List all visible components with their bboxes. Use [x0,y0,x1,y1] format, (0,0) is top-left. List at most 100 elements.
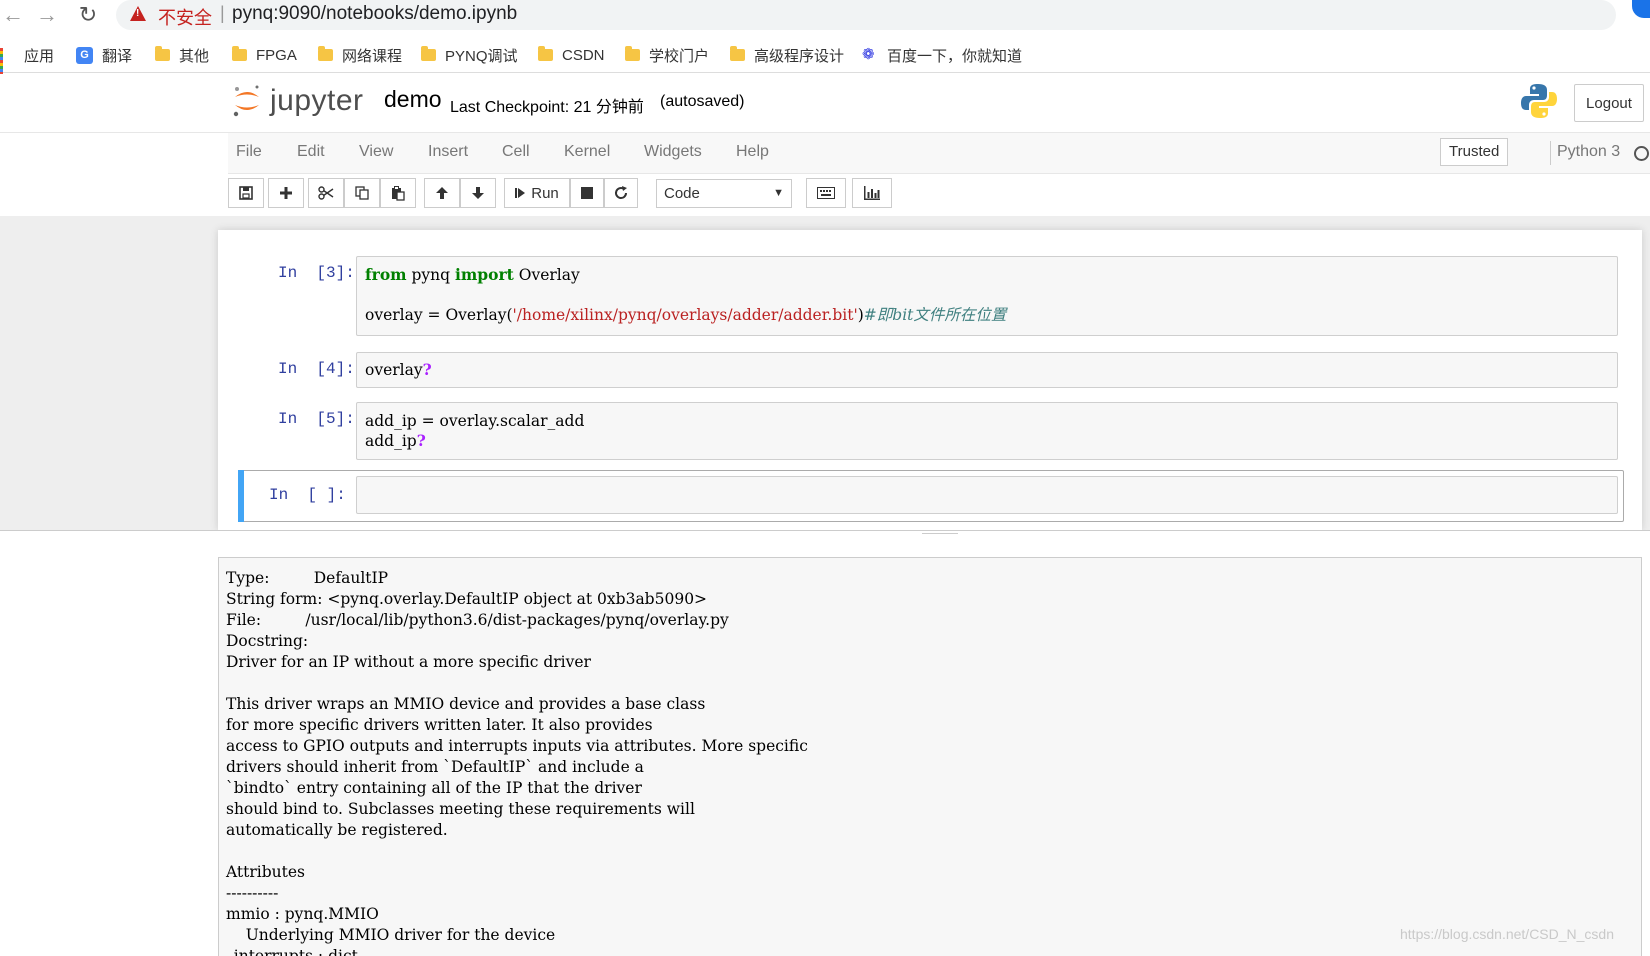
cell-input[interactable]: from pynq import Overlay overlay = Overl… [356,256,1618,336]
paste-icon [392,185,405,201]
notebook-name[interactable]: demo [384,86,442,113]
bookmark-item[interactable]: CSDN [538,44,605,66]
reload-icon[interactable]: ↻ [75,2,101,28]
code-editor[interactable]: add_ip = overlay.scalar_add add_ip? [365,411,584,451]
copy-cell-button[interactable] [344,178,380,208]
stop-icon [581,187,593,199]
pager-resize-handle[interactable] [0,530,1650,539]
bookmark-item[interactable]: 高级程序设计 [730,44,844,66]
folder-icon [318,46,333,61]
restart-kernel-button[interactable] [604,178,638,208]
jupyter-logo-icon[interactable] [232,84,262,118]
docstring-line: should bind to. Subclasses meeting these… [226,800,695,818]
menu-kernel[interactable]: Kernel [564,143,610,161]
code-line: overlay? [365,360,432,380]
url-bar[interactable]: 不安全 | pynq:9090/notebooks/demo.ipynb [116,0,1616,30]
bookmark-label: 其他 [179,47,210,65]
run-button[interactable]: Run [504,178,570,208]
bookmark-item[interactable]: PYNQ调试 [421,44,518,66]
restart-icon [615,186,628,199]
help-pager[interactable]: Type: DefaultIP String form: <pynq.overl… [218,557,1642,956]
code-token: ? [416,431,426,450]
docstring-line: access to GPIO outputs and interrupts in… [226,737,808,755]
docstring-line: `bindto` entry containing all of the IP … [226,779,642,797]
url-text[interactable]: pynq:9090/notebooks/demo.ipynb [232,3,517,25]
code-cell[interactable]: In [5]: add_ip = overlay.scalar_add add_i… [218,402,1642,460]
code-token: overlay = Overlay( [365,306,513,324]
browser-address-bar: ← → ↻ 不安全 | pynq:9090/notebooks/demo.ipy… [0,0,1650,34]
code-cell[interactable]: In [4]: overlay? [218,352,1642,388]
folder-icon [421,46,436,61]
code-token: overlay [365,361,423,379]
plus-icon [280,187,292,199]
cell-prompt: In [5]: [278,410,355,428]
keyboard-icon [817,187,835,199]
cut-cell-button[interactable] [308,178,344,208]
arrow-down-icon [472,187,484,199]
chevron-down-icon: ▼ [773,187,784,199]
code-token: add_ip = overlay.scalar_add [365,412,585,430]
docstring-line: This driver wraps an MMIO device and pro… [226,695,706,713]
code-editor[interactable]: overlay? [365,360,432,380]
chart-button[interactable] [852,178,892,208]
menubar-divider [1550,141,1551,165]
menu-cell[interactable]: Cell [502,143,530,161]
menu-widgets[interactable]: Widgets [644,143,702,161]
kernel-name: Python 3 [1557,143,1621,160]
logout-button[interactable]: Logout [1574,84,1644,122]
menu-help[interactable]: Help [736,143,769,161]
jupyter-wordmark[interactable]: jupyter [270,84,364,118]
bookmark-label: PYNQ调试 [445,47,518,65]
bookmark-item[interactable]: 其他 [155,44,209,66]
menu-edit[interactable]: Edit [297,143,325,161]
docstring-line: for more specific drivers written later.… [226,716,653,734]
bookmark-item[interactable]: 网络课程 [318,44,402,66]
paste-cell-button[interactable] [380,178,416,208]
docstring-line: Docstring: [226,632,309,650]
apps-icon [0,47,15,75]
menu-view[interactable]: View [359,143,393,161]
code-token: #即bit文件所在位置 [863,306,1007,324]
docstring-line: Attributes [226,863,306,881]
warning-icon[interactable] [130,6,146,21]
move-down-button[interactable] [460,178,496,208]
cell-input[interactable] [356,476,1618,514]
bookmark-label: 高级程序设计 [754,47,845,65]
bookmark-item[interactable]: FPGA [232,44,297,66]
kernel-idle-icon [1634,146,1649,161]
docstring-line: Underlying MMIO driver for the device [226,926,556,944]
trusted-indicator[interactable]: Trusted [1440,138,1509,166]
command-palette-button[interactable] [806,178,846,208]
code-token: from [365,265,407,284]
cell-input[interactable]: add_ip = overlay.scalar_add add_ip? [356,402,1618,460]
code-token: add_ip [365,432,417,450]
code-editor[interactable]: from pynq import Overlay overlay = Overl… [365,265,1006,325]
back-arrow-icon[interactable]: ← [0,2,26,28]
interrupt-kernel-button[interactable] [570,178,604,208]
security-label[interactable]: 不安全 [158,4,212,30]
folder-icon [155,46,170,61]
cell-input[interactable]: overlay? [356,352,1618,388]
resize-grip-icon[interactable] [922,533,958,535]
code-line: from pynq import Overlay [365,265,1006,285]
save-button[interactable] [228,178,264,208]
forward-arrow-icon[interactable]: → [34,2,60,28]
bookmark-item[interactable]: G 翻译 [76,44,132,66]
bookmark-label: 百度一下，你就知道 [887,47,1023,65]
cell-type-select[interactable]: Code ▼ [656,179,792,208]
profile-icon[interactable] [1632,0,1650,18]
bookmark-item[interactable]: ❁ 百度一下，你就知道 [862,44,1022,66]
bookmark-item[interactable]: 应用 [0,44,54,75]
code-cell[interactable]: In [3]: from pynq import Overlay overlay… [218,256,1642,336]
docstring-line: automatically be registered. [226,821,448,839]
menu-insert[interactable]: Insert [428,143,468,161]
menu-file[interactable]: File [236,143,262,161]
arrow-up-icon [436,187,448,199]
bookmark-item[interactable]: 学校门户 [625,44,709,66]
insert-cell-button[interactable] [268,178,304,208]
code-cell-selected[interactable]: In [ ]: [218,476,1642,516]
copy-icon [355,186,369,200]
notebook-container: In [3]: from pynq import Overlay overlay… [218,230,1642,530]
move-up-button[interactable] [424,178,460,208]
bookmarks-bar: 应用 G 翻译 其他 FPGA 网络课程 PYNQ调试 CSDN 学校门户 高级程序设计 ❁ 百度一下… [0,38,1650,75]
